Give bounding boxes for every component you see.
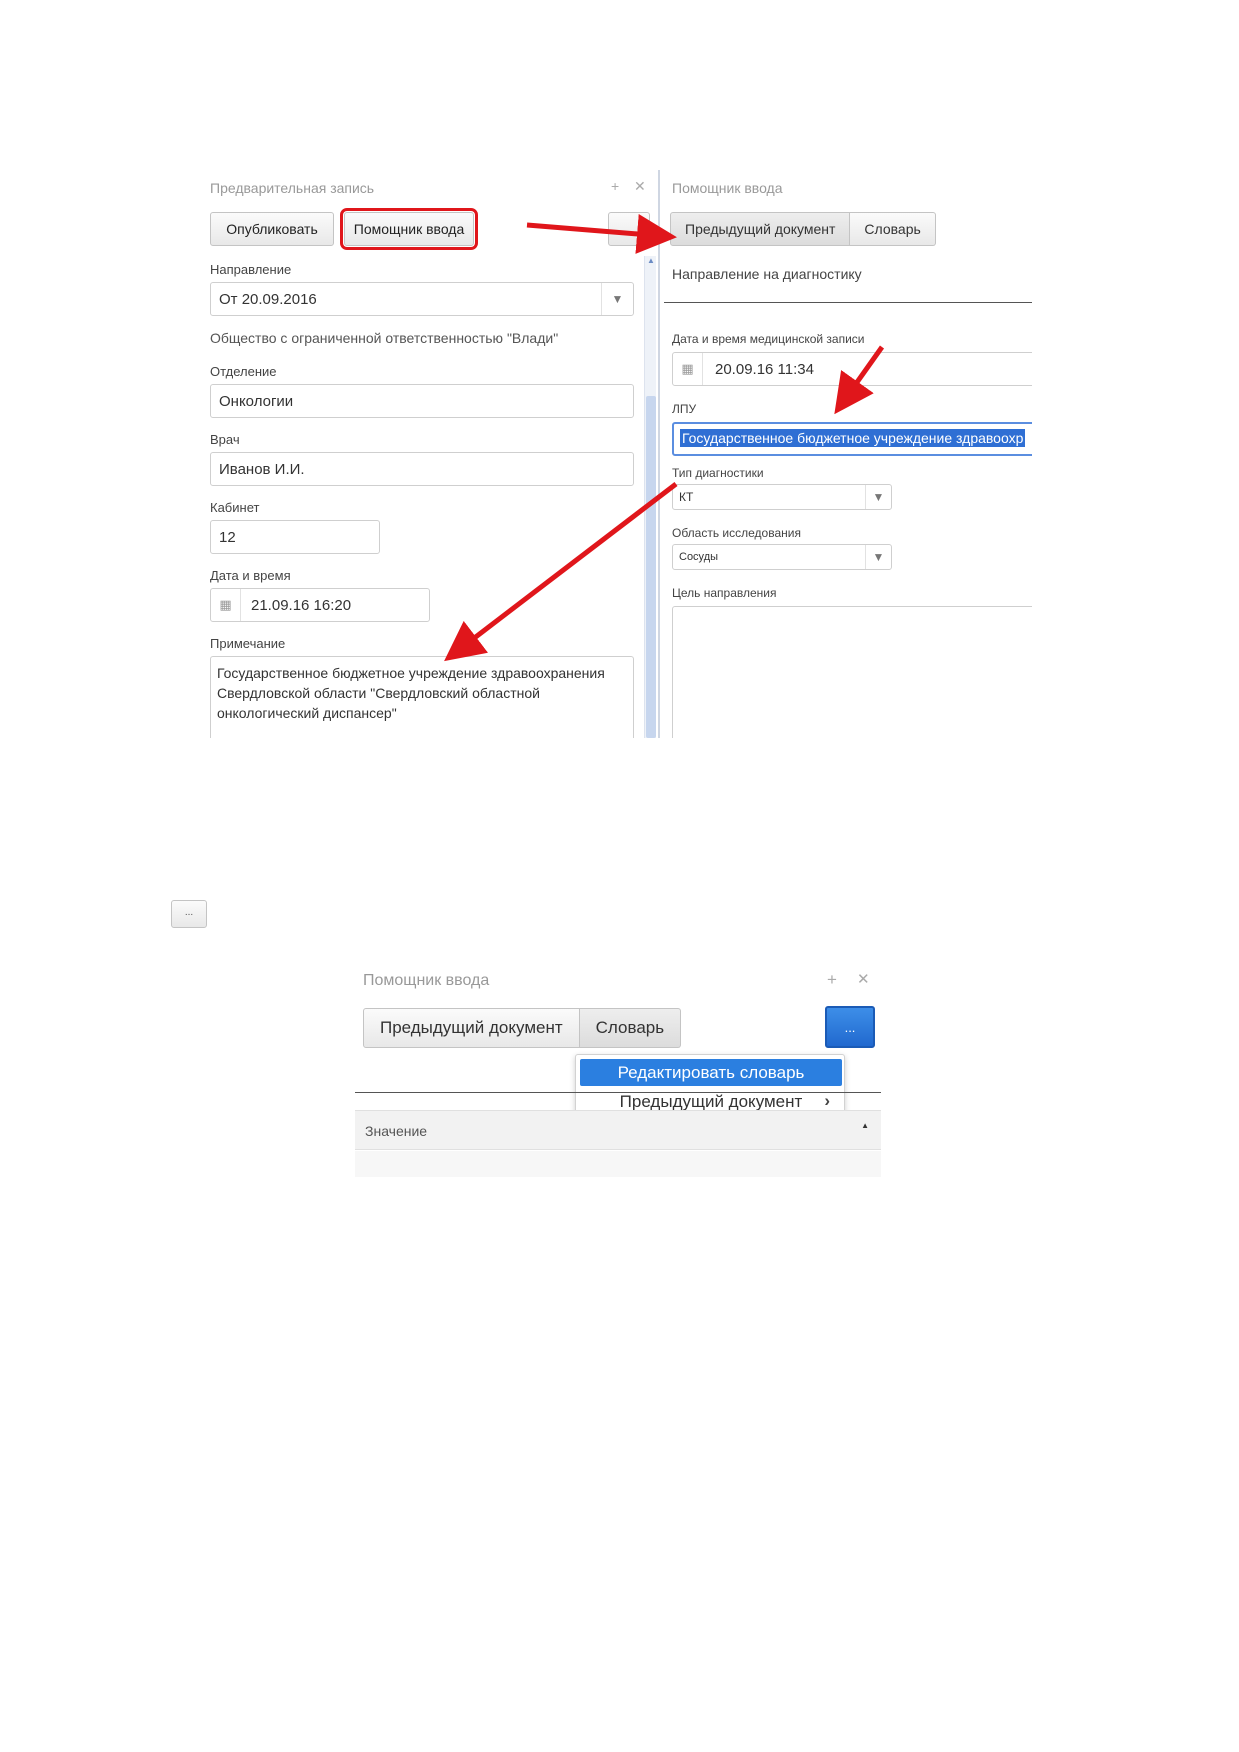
bottom-separator <box>355 1092 881 1093</box>
arrow-to-lpu <box>834 345 885 415</box>
column-header-value: Значение <box>365 1123 428 1139</box>
chevron-right-icon: › <box>824 1091 830 1110</box>
bottom-tabs: Предыдущий документ Словарь <box>363 1008 682 1048</box>
arrow-to-note <box>444 482 678 662</box>
add-icon[interactable]: + <box>827 970 837 990</box>
sort-ascending-icon[interactable]: ▲ <box>861 1121 869 1130</box>
close-icon[interactable]: ✕ <box>857 970 870 988</box>
top-screenshot: Предварительная запись + ✕ Опубликовать … <box>0 0 1239 760</box>
values-table-header[interactable]: Значение ▲ <box>355 1110 881 1150</box>
menu-item-label: Предыдущий документ <box>619 1091 803 1111</box>
menu-item-label: Редактировать словарь <box>617 1062 805 1082</box>
bottom-screenshot: Помощник ввода + ✕ Предыдущий документ С… <box>355 960 881 1180</box>
annotation-arrows <box>444 214 885 662</box>
arrow-to-tabs <box>526 214 677 254</box>
values-table-body <box>355 1151 881 1177</box>
menu-button[interactable]: ... <box>825 1006 875 1048</box>
tab-dictionary[interactable]: Словарь <box>579 1008 682 1048</box>
dropdown-menu: Редактировать словарь Предыдущий докумен… <box>575 1054 845 1118</box>
bottom-panel-title: Помощник ввода <box>363 972 490 989</box>
menu-item-edit-dictionary[interactable]: Редактировать словарь <box>580 1059 842 1086</box>
tab-previous-document[interactable]: Предыдущий документ <box>363 1008 580 1048</box>
ellipsis-button[interactable]: ... <box>171 900 207 928</box>
